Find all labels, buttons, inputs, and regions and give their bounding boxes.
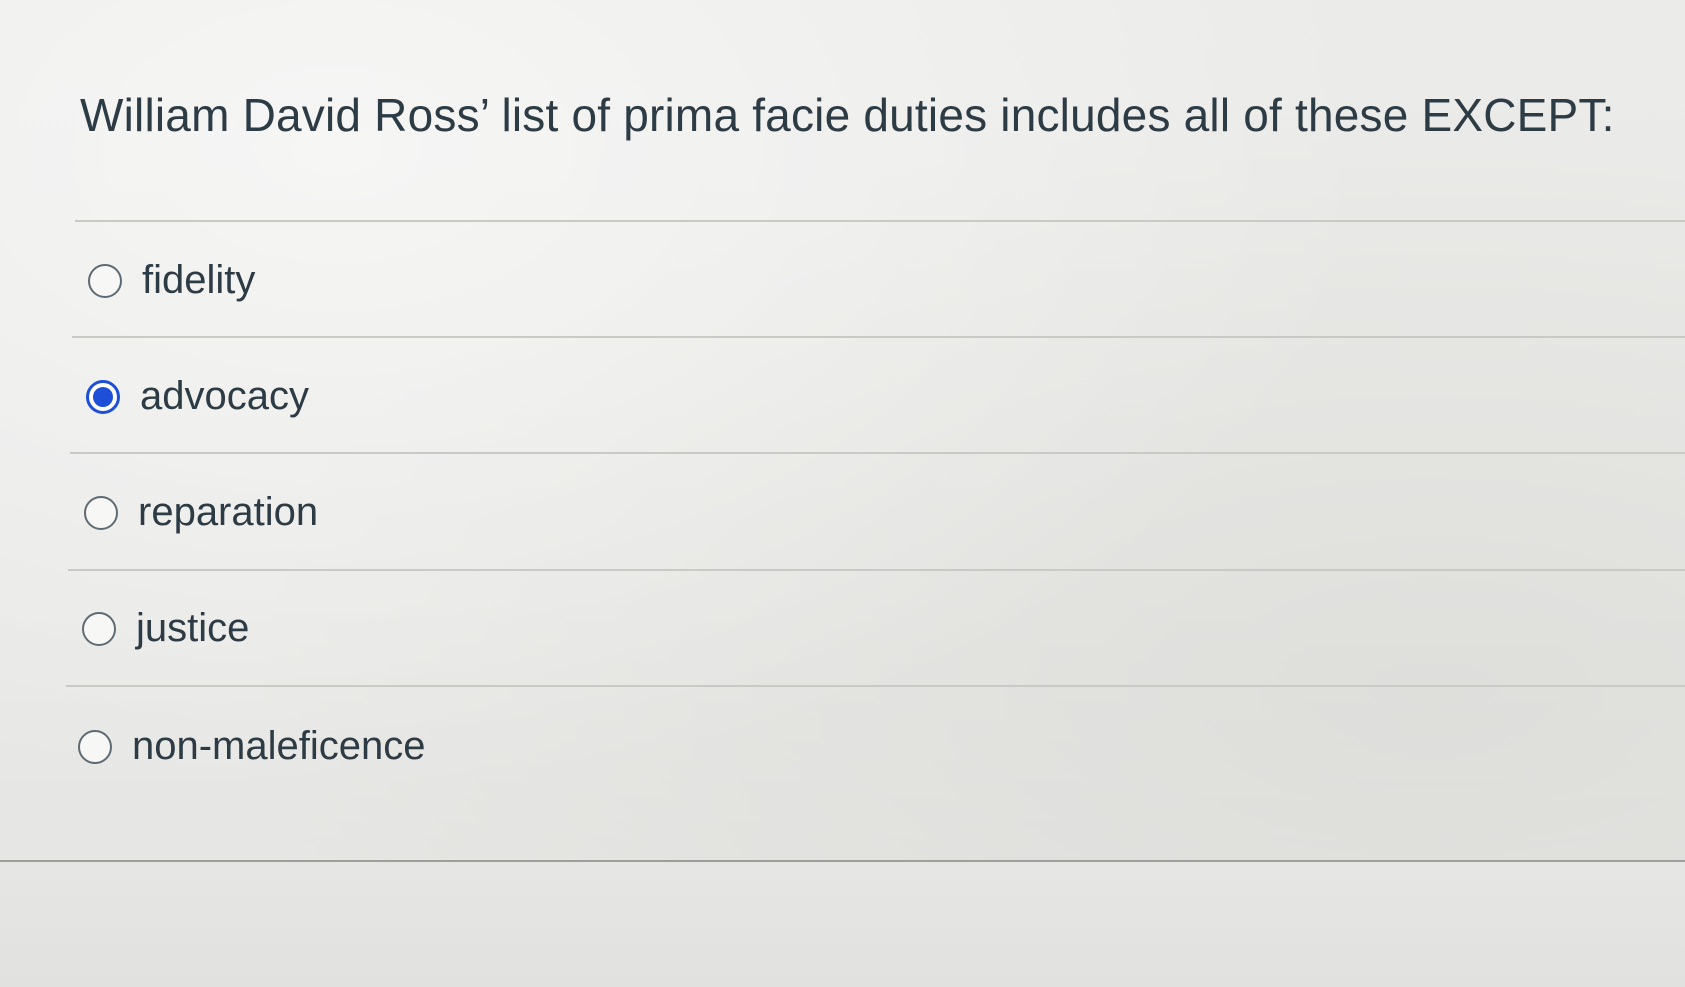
answer-label: justice bbox=[136, 606, 250, 650]
answer-divider bbox=[68, 569, 1685, 571]
answer-label: advocacy bbox=[140, 374, 309, 418]
answer-divider bbox=[72, 336, 1685, 338]
radio-button[interactable] bbox=[84, 495, 118, 530]
answer-label: fidelity bbox=[142, 258, 256, 302]
answer-divider bbox=[66, 685, 1685, 687]
answer-option-fidelity[interactable]: fidelity bbox=[88, 258, 255, 303]
answer-divider bbox=[70, 452, 1685, 454]
answer-label: reparation bbox=[138, 490, 319, 534]
answer-list: fidelity advocacy reparation justice non… bbox=[0, 0, 1685, 860]
answer-label: non-maleficence bbox=[132, 724, 426, 768]
page-footer-area bbox=[0, 862, 1685, 987]
answer-option-advocacy[interactable]: advocacy bbox=[86, 374, 309, 419]
radio-button-selected[interactable] bbox=[86, 379, 120, 414]
radio-button[interactable] bbox=[78, 729, 112, 764]
radio-button[interactable] bbox=[82, 611, 116, 646]
answer-divider bbox=[75, 220, 1685, 222]
answer-option-reparation[interactable]: reparation bbox=[84, 490, 318, 535]
radio-selected-dot bbox=[93, 386, 113, 407]
answer-option-justice[interactable]: justice bbox=[82, 606, 249, 651]
radio-button[interactable] bbox=[88, 263, 122, 298]
answer-option-non-maleficence[interactable]: non-maleficence bbox=[78, 724, 426, 769]
quiz-question-card: William David Ross’ list of prima facie … bbox=[0, 0, 1685, 862]
